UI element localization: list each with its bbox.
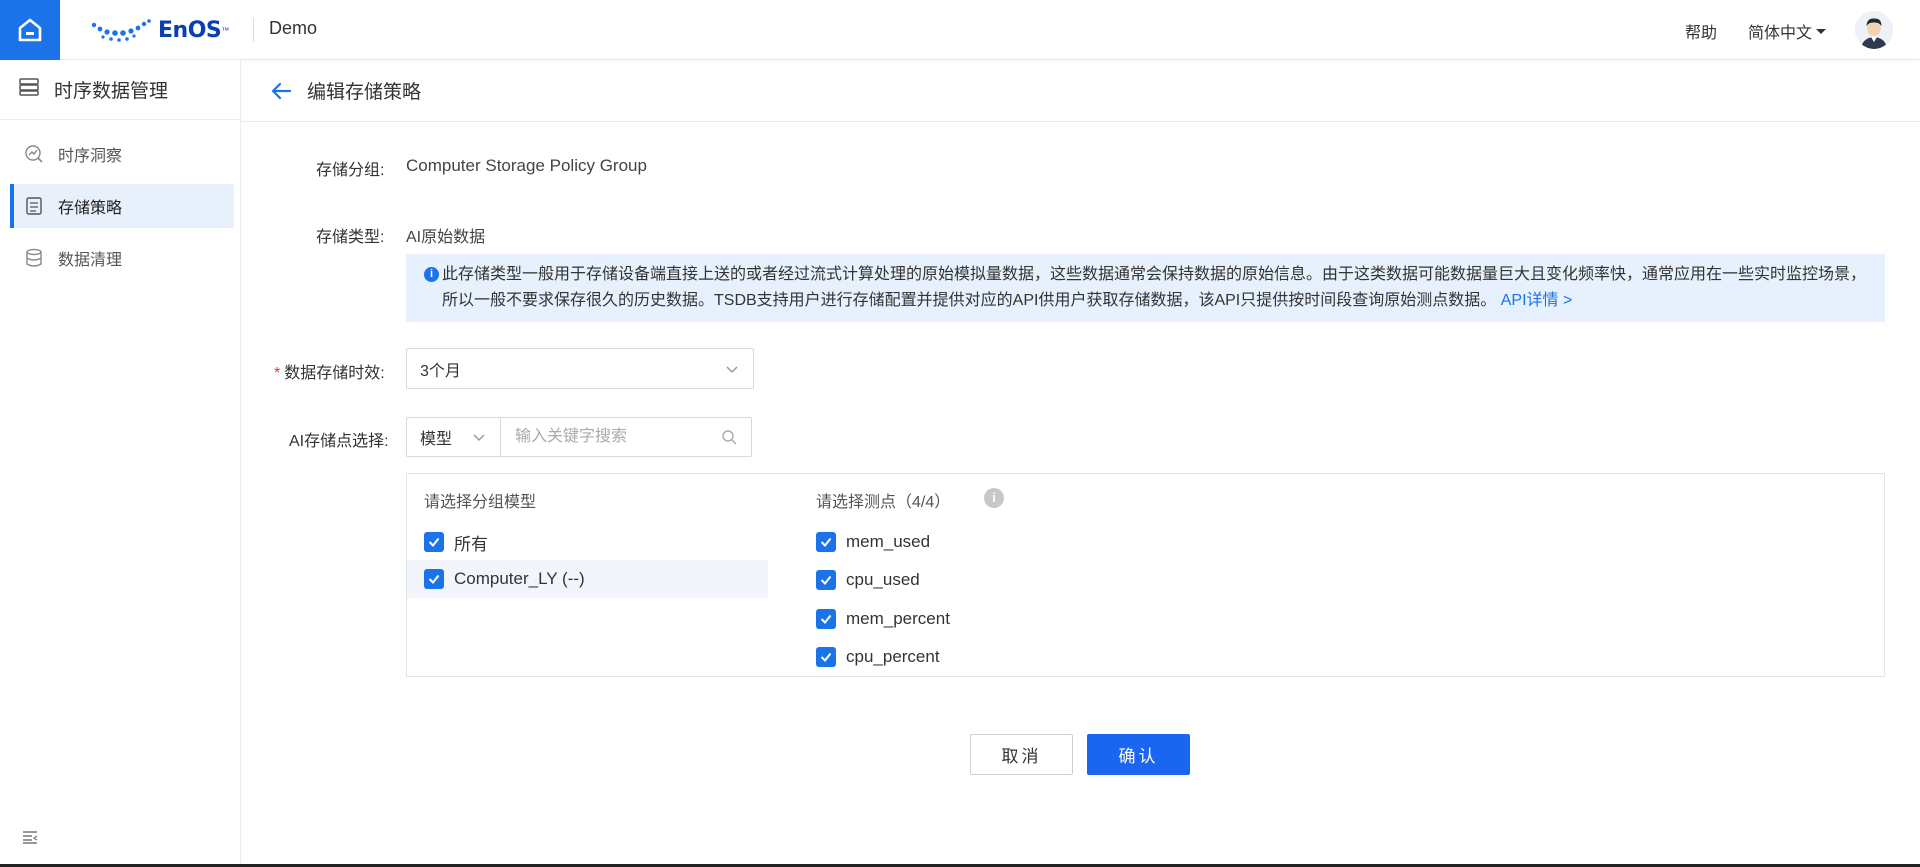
home-button[interactable] bbox=[0, 0, 60, 60]
model-option-computer-ly[interactable]: Computer_LY (--) bbox=[407, 560, 768, 598]
database-icon bbox=[24, 248, 44, 268]
check-icon bbox=[820, 652, 832, 663]
retention-select[interactable]: 3个月 bbox=[406, 348, 754, 389]
retention-label-text: 数据存储时效: bbox=[284, 365, 385, 382]
enos-logo[interactable]: EnOS ™ bbox=[90, 14, 229, 46]
logo-dots-icon bbox=[91, 19, 151, 42]
page-title: 编辑存储策略 bbox=[307, 82, 422, 103]
sidebar-item-label: 时序洞察 bbox=[58, 148, 123, 165]
chevron-down-icon bbox=[726, 366, 738, 374]
info-help-icon[interactable]: i bbox=[984, 488, 1004, 508]
point-selection-label: AI存储点选择: bbox=[289, 433, 389, 450]
retention-selected-value: 3个月 bbox=[420, 362, 461, 380]
home-icon bbox=[18, 18, 42, 42]
checkbox-checked[interactable] bbox=[816, 532, 836, 552]
retention-label: * 数据存储时效: bbox=[274, 359, 385, 383]
sidebar-item-insight[interactable]: 时序洞察 bbox=[10, 132, 234, 176]
top-bar: EnOS ™ Demo 帮助 简体中文 bbox=[0, 0, 1920, 60]
model-pane: 请选择分组模型 所有 Computer_LY (--) bbox=[407, 474, 768, 676]
check-icon bbox=[820, 614, 832, 625]
storage-type-label: 存储类型: bbox=[316, 229, 385, 246]
checkbox-checked[interactable] bbox=[816, 647, 836, 667]
storage-group-value: Computer Storage Policy Group bbox=[406, 156, 647, 175]
sidebar-header: 时序数据管理 bbox=[0, 60, 240, 120]
storage-policy-icon bbox=[24, 196, 44, 216]
insight-icon bbox=[24, 144, 44, 164]
checkbox-label: mem_used bbox=[846, 532, 931, 551]
point-option-mem-percent[interactable]: mem_percent bbox=[816, 600, 950, 638]
checkbox-label: 所有 bbox=[454, 534, 488, 554]
point-search-combo: 模型 bbox=[406, 417, 752, 457]
checkbox-label: mem_percent bbox=[846, 609, 950, 628]
checkbox-checked[interactable] bbox=[424, 532, 444, 552]
point-picker: 请选择分组模型 所有 Computer_LY (--) 请选择测点（4/4） i… bbox=[406, 473, 1885, 677]
storage-type-value: AI原始数据 bbox=[406, 229, 486, 246]
language-label: 简体中文 bbox=[1748, 25, 1813, 42]
sidebar-item-label: 存储策略 bbox=[58, 200, 123, 217]
required-marker: * bbox=[274, 365, 281, 382]
chevron-down-icon bbox=[473, 434, 485, 442]
cancel-button[interactable]: 取消 bbox=[970, 734, 1073, 775]
checkbox-checked[interactable] bbox=[424, 569, 444, 589]
confirm-button[interactable]: 确认 bbox=[1087, 734, 1190, 775]
sidebar-item-data-cleanup[interactable]: 数据清理 bbox=[10, 236, 234, 280]
sidebar: 时序数据管理 时序洞察 存储策略 数据清理 bbox=[0, 60, 241, 867]
checkbox-label: Computer_LY (--) bbox=[454, 569, 585, 588]
checkbox-checked[interactable] bbox=[816, 609, 836, 629]
storage-type-info: i 此存储类型一般用于存储设备端直接上送的或者经过流式计算处理的原始模拟量数据，… bbox=[406, 254, 1885, 322]
caret-down-icon bbox=[1816, 28, 1827, 34]
check-icon bbox=[428, 574, 440, 585]
checkbox-label: cpu_used bbox=[846, 570, 920, 589]
info-text: 此存储类型一般用于存储设备端直接上送的或者经过流式计算处理的原始模拟量数据，这些… bbox=[442, 266, 1867, 309]
search-icon[interactable] bbox=[721, 429, 737, 445]
api-details-link[interactable]: API详情 > bbox=[1501, 292, 1573, 309]
model-pane-title: 请选择分组模型 bbox=[424, 494, 537, 511]
point-option-cpu-percent[interactable]: cpu_percent bbox=[816, 638, 940, 676]
keyword-search-input[interactable] bbox=[501, 418, 751, 456]
model-option-all[interactable]: 所有 bbox=[407, 523, 768, 561]
sidebar-item-storage-policy[interactable]: 存储策略 bbox=[10, 184, 234, 228]
back-button[interactable] bbox=[271, 82, 291, 100]
avatar[interactable] bbox=[1855, 11, 1893, 49]
points-pane-title: 请选择测点（4/4） bbox=[816, 494, 951, 511]
divider bbox=[253, 18, 254, 42]
checkbox-label: cpu_percent bbox=[846, 647, 940, 666]
collapse-sidebar-button[interactable] bbox=[22, 830, 38, 849]
info-icon: i bbox=[424, 267, 439, 282]
app-name[interactable]: Demo bbox=[269, 18, 317, 39]
menu-collapse-icon bbox=[23, 831, 38, 844]
logo-trademark: ™ bbox=[221, 25, 230, 35]
search-type-value: 模型 bbox=[420, 431, 453, 448]
language-selector[interactable]: 简体中文 bbox=[1748, 19, 1827, 43]
checkbox-checked[interactable] bbox=[816, 570, 836, 590]
check-icon bbox=[428, 537, 440, 548]
point-option-mem-used[interactable]: mem_used bbox=[816, 523, 930, 561]
check-icon bbox=[820, 537, 832, 548]
page-header: 编辑存储策略 bbox=[241, 60, 1920, 122]
point-option-cpu-used[interactable]: cpu_used bbox=[816, 561, 920, 599]
logo-text: EnOS bbox=[158, 17, 222, 43]
storage-group-label: 存储分组: bbox=[316, 162, 385, 179]
sidebar-item-label: 数据清理 bbox=[58, 252, 123, 269]
check-icon bbox=[820, 575, 832, 586]
server-stack-icon bbox=[18, 77, 40, 103]
sidebar-title: 时序数据管理 bbox=[54, 81, 169, 102]
help-link[interactable]: 帮助 bbox=[1685, 19, 1717, 43]
arrow-left-icon bbox=[271, 82, 291, 99]
user-avatar-icon bbox=[1855, 11, 1893, 49]
search-type-select[interactable]: 模型 bbox=[407, 418, 501, 456]
